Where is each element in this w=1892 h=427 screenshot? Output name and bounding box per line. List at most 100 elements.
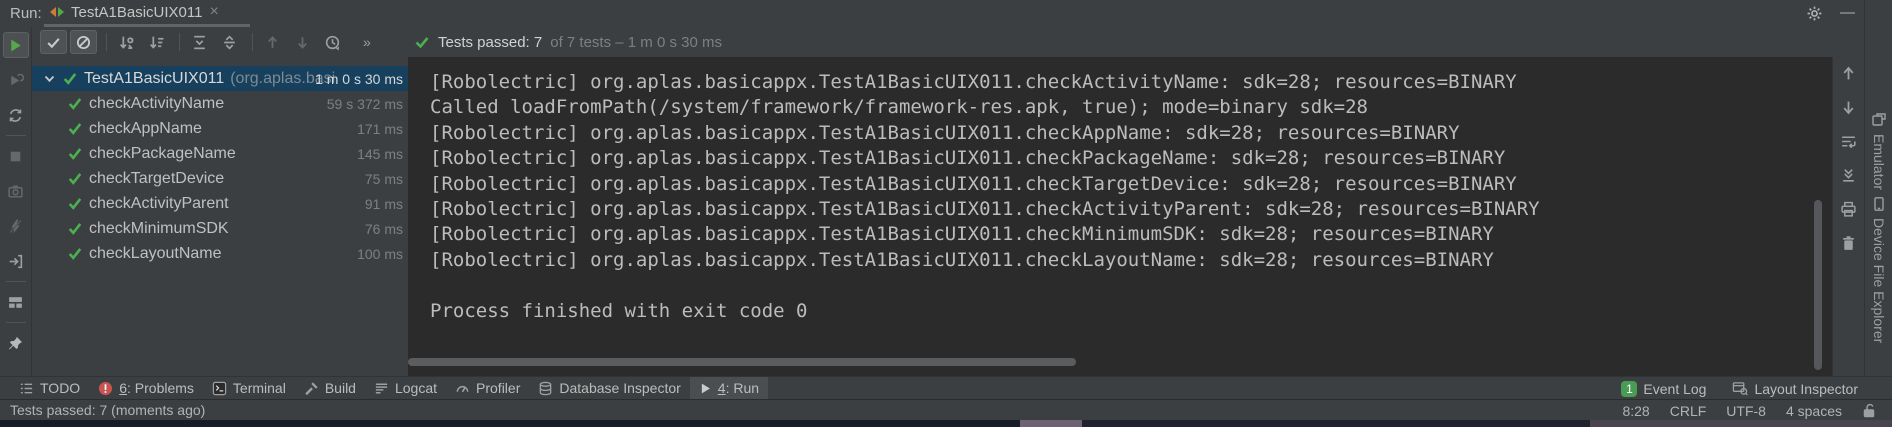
close-tab-icon[interactable]: ×	[209, 5, 218, 19]
run-label: Run:	[10, 5, 42, 22]
test-method-name: checkLayoutName	[89, 245, 222, 263]
stripe-button-emulator[interactable]: Emulator	[1865, 112, 1892, 190]
pin-tab-icon[interactable]	[3, 330, 29, 356]
toolwindow-label: 4: Run	[718, 380, 759, 396]
toolwindow-label: Logcat	[395, 380, 437, 396]
console-line: [Robolectric] org.aplas.basicappx.TestA1…	[430, 248, 1832, 273]
screenshot-camera-icon[interactable]	[3, 178, 29, 204]
tree-row-test[interactable]: checkPackageName 145 ms	[32, 141, 408, 166]
print-icon[interactable]	[1840, 201, 1857, 218]
collapse-all-icon[interactable]	[216, 30, 243, 54]
test-class-name: TestA1BasicUIX011	[84, 70, 224, 88]
right-tool-window-stripe: Emulator Device File Explorer	[1864, 0, 1892, 376]
test-passed-icon	[68, 97, 82, 110]
line-separator[interactable]: CRLF	[1670, 403, 1707, 419]
tree-row-test[interactable]: checkActivityName 59 s 372 ms	[32, 91, 408, 116]
indent-setting[interactable]: 4 spaces	[1786, 403, 1842, 419]
horizontal-scrollbar[interactable]	[408, 358, 1076, 366]
test-duration: 75 ms	[365, 171, 403, 187]
database-icon	[538, 381, 553, 396]
rerun-failed-tests-icon[interactable]	[3, 67, 29, 93]
toolwindow-database-inspector[interactable]: Database Inspector	[529, 377, 689, 400]
layout-inspector-button[interactable]: Layout Inspector	[1732, 377, 1858, 400]
console-line: [Robolectric] org.aplas.basicappx.TestA1…	[430, 197, 1832, 222]
caret-position[interactable]: 8:28	[1622, 403, 1649, 419]
toolwindow-todo[interactable]: TODO	[10, 377, 89, 400]
scroll-up-icon[interactable]	[1840, 65, 1857, 82]
sort-alphabetically-icon[interactable]	[113, 30, 140, 54]
console-line: [Robolectric] org.aplas.basicappx.TestA1…	[430, 172, 1832, 197]
toolwindow-logcat[interactable]: Logcat	[365, 377, 446, 400]
toolwindow-run[interactable]: 4: Run	[690, 377, 768, 400]
previous-failed-test-icon[interactable]	[259, 30, 286, 54]
divider	[252, 33, 253, 51]
rerun-tests-button[interactable]	[3, 32, 29, 58]
test-duration: 145 ms	[357, 146, 403, 162]
status-bar: Tests passed: 7 (moments ago) 8:28 CRLF …	[0, 399, 1892, 420]
toggle-auto-test-icon[interactable]	[3, 102, 29, 128]
console-line: [Robolectric] org.aplas.basicappx.TestA1…	[430, 121, 1832, 146]
scroll-down-icon[interactable]	[1840, 99, 1857, 116]
tree-row-test[interactable]: checkTargetDevice 75 ms	[32, 166, 408, 191]
settings-gear-icon[interactable]	[1806, 5, 1823, 22]
test-passed-icon	[68, 247, 82, 260]
tree-row-test[interactable]: checkActivityParent 91 ms	[32, 191, 408, 216]
toolwindow-build[interactable]: Build	[295, 377, 365, 400]
disable-instant-run-icon[interactable]	[3, 213, 29, 239]
test-passed-icon	[68, 172, 82, 185]
toolbar-overflow-icon[interactable]: »	[363, 34, 370, 50]
next-failed-test-icon[interactable]	[289, 30, 316, 54]
test-history-clock-icon[interactable]	[319, 30, 346, 54]
test-tree-toolbar: »	[32, 27, 408, 57]
run-config-tab[interactable]: TestA1BasicUIX011 ×	[44, 0, 225, 24]
test-duration: 76 ms	[365, 221, 403, 237]
build-hammer-icon	[304, 381, 319, 396]
test-method-name: checkPackageName	[89, 145, 236, 163]
toolwindow-label: TODO	[40, 380, 80, 396]
stop-process-icon[interactable]	[3, 143, 29, 169]
attach-to-process-icon[interactable]	[3, 248, 29, 274]
divider	[179, 33, 180, 51]
hide-tool-window-icon[interactable]: —	[1840, 4, 1855, 21]
test-duration: 91 ms	[365, 196, 403, 212]
test-passed-icon	[68, 197, 82, 210]
show-ignored-toggle[interactable]	[70, 30, 97, 54]
tree-row-test[interactable]: checkMinimumSDK 76 ms	[32, 216, 408, 241]
show-passed-toggle[interactable]	[40, 30, 67, 54]
status-bar-right: 8:28 CRLF UTF-8 4 spaces	[1622, 400, 1876, 421]
event-log-button[interactable]: 1 Event Log	[1621, 377, 1706, 400]
toolwindow-problems[interactable]: 6: Problems	[89, 377, 203, 400]
chevron-down-icon[interactable]	[44, 75, 55, 83]
status-message: Tests passed: 7 (moments ago)	[10, 402, 205, 418]
test-duration: 1 m 0 s 30 ms	[315, 71, 403, 87]
stripe-label: Emulator	[1871, 134, 1887, 190]
scroll-to-end-icon[interactable]	[1840, 167, 1857, 184]
console-line	[430, 273, 1832, 298]
soft-wrap-icon[interactable]	[1840, 133, 1857, 150]
sort-by-duration-icon[interactable]	[143, 30, 170, 54]
unlocked-padlock-icon[interactable]	[1862, 403, 1876, 418]
test-method-name: checkAppName	[89, 120, 202, 138]
restore-layout-icon[interactable]	[3, 289, 29, 315]
logcat-icon	[374, 381, 389, 396]
tree-row-test[interactable]: checkLayoutName 100 ms	[32, 241, 408, 266]
test-duration: 100 ms	[357, 246, 403, 262]
tree-row-root[interactable]: TestA1BasicUIX011 (org.aplas.basi 1 m 0 …	[32, 66, 408, 91]
taskbar-sliver	[0, 420, 1892, 427]
toolwindow-label: Profiler	[476, 380, 520, 396]
toolwindow-profiler[interactable]: Profiler	[446, 377, 529, 400]
file-encoding[interactable]: UTF-8	[1726, 403, 1766, 419]
toolwindow-terminal[interactable]: Terminal	[203, 377, 295, 400]
tree-row-test[interactable]: checkAppName 171 ms	[32, 116, 408, 141]
test-passed-icon	[63, 72, 77, 85]
toolwindow-label: 6: Problems	[119, 380, 194, 396]
runner-left-toolbar	[0, 27, 32, 376]
clear-console-trash-icon[interactable]	[1840, 235, 1857, 252]
vertical-scrollbar[interactable]	[1814, 200, 1822, 370]
toolwindow-label: Build	[325, 380, 356, 396]
tool-window-bar: TODO 6: Problems Terminal Build Logcat P…	[0, 376, 1892, 399]
stripe-button-device-file-explorer[interactable]: Device File Explorer	[1865, 196, 1892, 343]
run-header: Run: TestA1BasicUIX011 × —	[0, 0, 1892, 27]
expand-all-icon[interactable]	[186, 30, 213, 54]
run-console[interactable]: [Robolectric] org.aplas.basicappx.TestA1…	[408, 57, 1832, 376]
